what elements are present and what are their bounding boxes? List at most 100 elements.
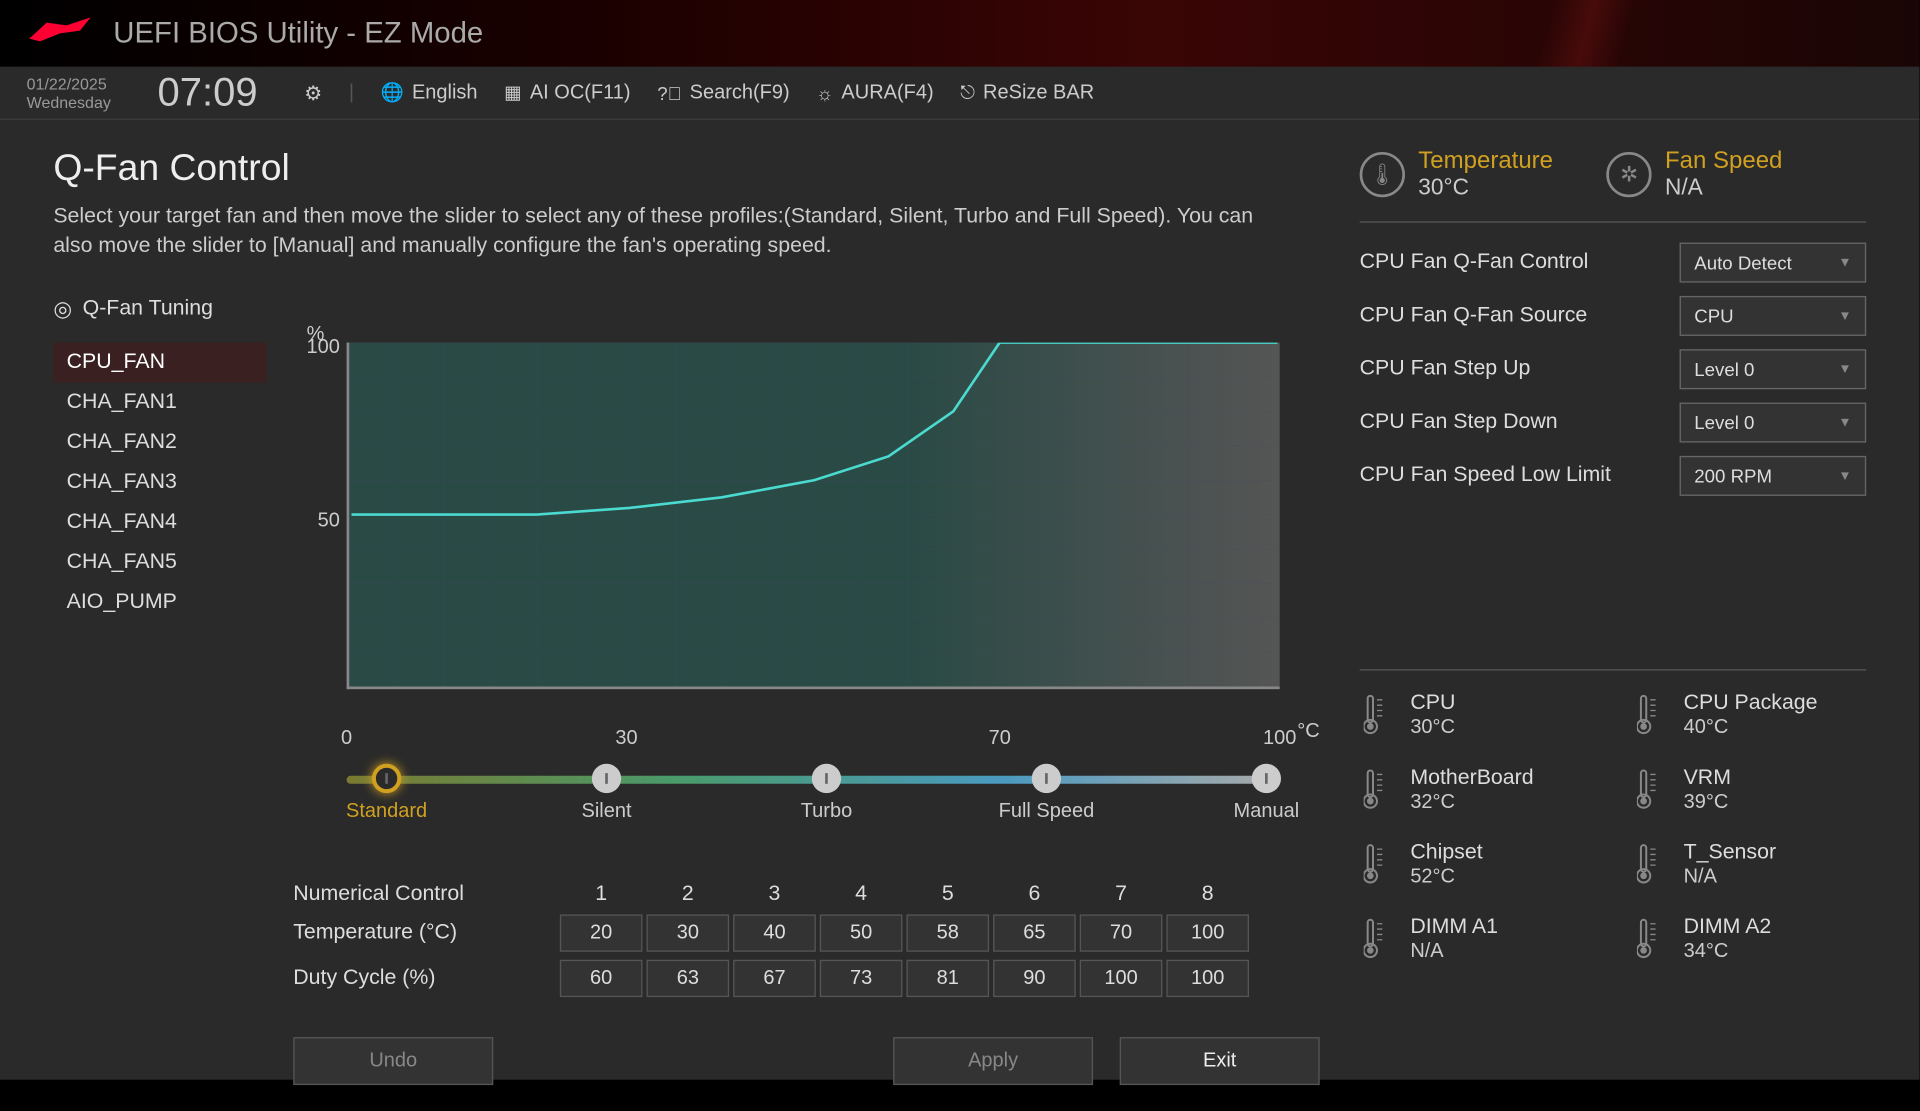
- bar-icon: ⎋: [960, 81, 975, 104]
- temp-item: Chipset 52°C: [1360, 840, 1593, 888]
- temp-item: DIMM A2 34°C: [1633, 914, 1866, 962]
- chevron-down-icon: ▼: [1838, 415, 1851, 430]
- fan-item-cha5[interactable]: CHA_FAN5: [53, 542, 266, 582]
- duty-cell[interactable]: 73: [820, 959, 903, 996]
- globe-icon: 🌐: [381, 81, 404, 104]
- settings-gear-icon[interactable]: ⚙: [304, 81, 322, 105]
- x-tick: 30: [615, 726, 637, 749]
- temp-item: T_Sensor N/A: [1633, 840, 1866, 888]
- settings-dropdown[interactable]: 200 RPM▼: [1680, 456, 1867, 496]
- chip-icon: ▦: [504, 81, 522, 104]
- temp-cell[interactable]: 58: [906, 914, 989, 951]
- qfan-tuning-label: Q-Fan Tuning: [83, 297, 213, 321]
- slider-dot-fullspeed[interactable]: [1032, 764, 1061, 793]
- numctl-duty-label: Duty Cycle (%): [293, 966, 560, 990]
- exit-button[interactable]: Exit: [1120, 1037, 1320, 1085]
- date-text: 01/22/2025: [27, 74, 107, 93]
- page-subtitle: Select your target fan and then move the…: [53, 203, 1279, 263]
- temp-cell[interactable]: 30: [647, 914, 730, 951]
- slider-dot-silent[interactable]: [592, 764, 621, 793]
- page-title: Q-Fan Control: [53, 147, 1319, 190]
- fan-item-cha4[interactable]: CHA_FAN4: [53, 502, 266, 542]
- temp-value: 39°C: [1684, 790, 1731, 813]
- temp-value: N/A: [1410, 939, 1498, 962]
- chart-svg: [347, 342, 1280, 689]
- speed-label: Fan Speed: [1665, 147, 1782, 175]
- thermometer-icon: [1633, 840, 1670, 888]
- temp-cell[interactable]: 20: [560, 914, 643, 951]
- duty-cell[interactable]: 63: [647, 959, 730, 996]
- settings-row: CPU Fan Step Up Level 0▼: [1360, 349, 1867, 389]
- temp-item: VRM 39°C: [1633, 765, 1866, 813]
- ai-oc-button[interactable]: ▦AI OC(F11): [504, 81, 630, 104]
- fan-item-cha1[interactable]: CHA_FAN1: [53, 382, 266, 422]
- apply-button[interactable]: Apply: [893, 1037, 1093, 1085]
- temp-value: 32°C: [1410, 790, 1533, 813]
- thermometer-icon: [1360, 840, 1397, 888]
- temp-name: VRM: [1684, 766, 1731, 790]
- settings-label: CPU Fan Q-Fan Control: [1360, 251, 1589, 275]
- settings-label: CPU Fan Q-Fan Source: [1360, 304, 1588, 328]
- settings-dropdown[interactable]: Level 0▼: [1680, 349, 1867, 389]
- search-button[interactable]: ?⃣Search(F9): [657, 81, 789, 104]
- slider-dot-standard[interactable]: [372, 764, 401, 793]
- slider-dot-turbo[interactable]: [812, 764, 841, 793]
- temp-cell[interactable]: 100: [1166, 914, 1249, 951]
- x-tick: 70: [989, 726, 1011, 749]
- duty-cell[interactable]: 67: [733, 959, 816, 996]
- fan-item-cpu[interactable]: CPU_FAN: [53, 342, 266, 382]
- undo-button[interactable]: Undo: [293, 1037, 493, 1085]
- bios-title: UEFI BIOS Utility - EZ Mode: [113, 16, 483, 51]
- target-icon: ◎: [53, 296, 72, 323]
- num-header: 1: [560, 882, 643, 906]
- action-buttons: Undo Apply Exit: [293, 1037, 1319, 1085]
- language-button[interactable]: 🌐English: [381, 81, 478, 104]
- numctl-temp-label: Temperature (°C): [293, 921, 560, 945]
- aura-button[interactable]: ☼AURA(F4): [816, 81, 933, 104]
- num-header: 3: [733, 882, 816, 906]
- temp-label: Temperature: [1418, 147, 1553, 175]
- temp-item: CPU 30°C: [1360, 690, 1593, 738]
- settings-label: CPU Fan Speed Low Limit: [1360, 464, 1611, 488]
- speed-value: N/A: [1665, 175, 1782, 202]
- temp-item: DIMM A1 N/A: [1360, 914, 1593, 962]
- thermometer-icon: [1633, 765, 1670, 813]
- header: UEFI BIOS Utility - EZ Mode: [0, 0, 1920, 67]
- duty-cell[interactable]: 100: [1166, 959, 1249, 996]
- fan-icon: ✲: [1606, 151, 1651, 196]
- slider-dot-manual[interactable]: [1252, 764, 1281, 793]
- settings-dropdown[interactable]: CPU▼: [1680, 296, 1867, 336]
- x-axis-label: °C: [1297, 720, 1319, 743]
- x-tick: 100: [1263, 726, 1296, 749]
- numctl-title: Numerical Control: [293, 882, 560, 906]
- duty-cell[interactable]: 81: [906, 959, 989, 996]
- temp-value: 30°C: [1410, 715, 1455, 738]
- fan-item-cha3[interactable]: CHA_FAN3: [53, 462, 266, 502]
- qfan-tuning-button[interactable]: ◎ Q-Fan Tuning: [53, 296, 1319, 323]
- duty-cell[interactable]: 100: [1080, 959, 1163, 996]
- temp-cell[interactable]: 40: [733, 914, 816, 951]
- duty-cell[interactable]: 90: [993, 959, 1076, 996]
- resize-bar-button[interactable]: ⎋ReSize BAR: [960, 81, 1094, 104]
- num-header: 6: [993, 882, 1076, 906]
- clock: 07:09: [158, 70, 258, 115]
- temp-cell[interactable]: 65: [993, 914, 1076, 951]
- settings-label: CPU Fan Step Up: [1360, 357, 1531, 381]
- fan-item-cha2[interactable]: CHA_FAN2: [53, 422, 266, 462]
- settings-dropdown[interactable]: Auto Detect▼: [1680, 243, 1867, 283]
- duty-cell[interactable]: 60: [560, 959, 643, 996]
- num-header: 4: [820, 882, 903, 906]
- slider-label: Manual: [1234, 800, 1300, 823]
- temp-name: DIMM A2: [1684, 915, 1772, 939]
- slider-label: Turbo: [801, 800, 853, 823]
- temp-name: MotherBoard: [1410, 766, 1533, 790]
- slider-label: Silent: [582, 800, 632, 823]
- temp-cell[interactable]: 70: [1080, 914, 1163, 951]
- num-header: 5: [906, 882, 989, 906]
- fan-item-aio[interactable]: AIO_PUMP: [53, 582, 266, 622]
- settings-dropdown[interactable]: Level 0▼: [1680, 403, 1867, 443]
- temp-cell[interactable]: 50: [820, 914, 903, 951]
- fan-curve-chart[interactable]: % 100 50 0 30 70 100 °C: [347, 342, 1280, 715]
- temp-name: DIMM A1: [1410, 915, 1498, 939]
- profile-slider[interactable]: Standard Silent Turbo Full Speed Manual: [347, 762, 1280, 829]
